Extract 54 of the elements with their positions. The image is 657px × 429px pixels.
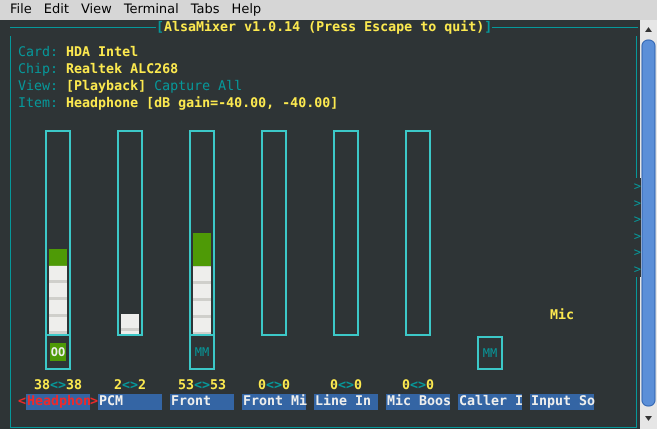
info-label: Chip:: [18, 61, 58, 78]
menu-item[interactable]: Edit: [38, 0, 75, 20]
volume-value: 38: [34, 377, 50, 394]
menu-item[interactable]: Tabs: [184, 0, 226, 20]
more-indicator: >: [634, 211, 641, 228]
volume-value: 0: [402, 377, 410, 394]
volume-separator: <>: [122, 377, 138, 394]
more-indicator: >: [634, 194, 641, 211]
volume-separator: <>: [410, 377, 426, 394]
more-indicator: >: [634, 260, 641, 277]
info-label: Item:: [18, 95, 58, 112]
view-option[interactable]: [Playback]: [66, 78, 146, 95]
volume-value: 38: [66, 377, 82, 394]
view-option[interactable]: All: [218, 78, 242, 95]
menu-item[interactable]: View: [74, 0, 118, 20]
more-indicator: >: [634, 244, 641, 260]
enum-value: Mic: [550, 307, 574, 324]
volume-separator: <>: [194, 377, 210, 394]
more-indicator: >: [634, 178, 641, 194]
mixer-title: AlsaMixer v1.0.14 (Press Escape to quit): [164, 19, 484, 36]
info-value: Realtek ALC268: [66, 61, 178, 78]
title-bracket: [: [156, 19, 164, 36]
info-value: Headphone [dB gain=-40.00, -40.00]: [66, 95, 338, 112]
volume-value: 2: [138, 377, 146, 394]
volume-value: 0: [282, 377, 290, 394]
menu-item[interactable]: Terminal: [118, 0, 185, 20]
info-label: View:: [18, 78, 58, 95]
view-option[interactable]: Capture: [154, 78, 210, 95]
channel-label[interactable]: Front: [170, 394, 234, 410]
volume-value: 2: [114, 377, 122, 394]
menu-item[interactable]: Help: [226, 0, 268, 20]
more-indicator: >: [634, 228, 641, 244]
volume-value: 53: [210, 377, 226, 394]
channel-label[interactable]: PCM: [98, 394, 162, 410]
mute-indicator: MM: [194, 344, 210, 361]
channel-label[interactable]: Line In: [314, 394, 378, 410]
channel-label[interactable]: Mic Boos: [386, 394, 450, 410]
mute-indicator: MM: [482, 345, 498, 362]
volume-value: 0: [258, 377, 266, 394]
info-label: Card:: [18, 44, 58, 61]
volume-separator: <>: [266, 377, 282, 394]
title-bracket: ]: [484, 19, 492, 36]
volume-value: 53: [178, 377, 194, 394]
info-value: HDA Intel: [66, 44, 138, 61]
volume-value: 0: [354, 377, 362, 394]
selection-marker: <: [18, 394, 26, 410]
channel-label[interactable]: Caller I: [458, 394, 522, 410]
volume-separator: <>: [50, 377, 66, 394]
selection-marker: >: [90, 394, 98, 410]
menu-item[interactable]: File: [4, 0, 38, 20]
volume-value: 0: [330, 377, 338, 394]
volume-separator: <>: [338, 377, 354, 394]
mute-indicator: OO: [50, 343, 66, 361]
volume-value: 0: [426, 377, 434, 394]
